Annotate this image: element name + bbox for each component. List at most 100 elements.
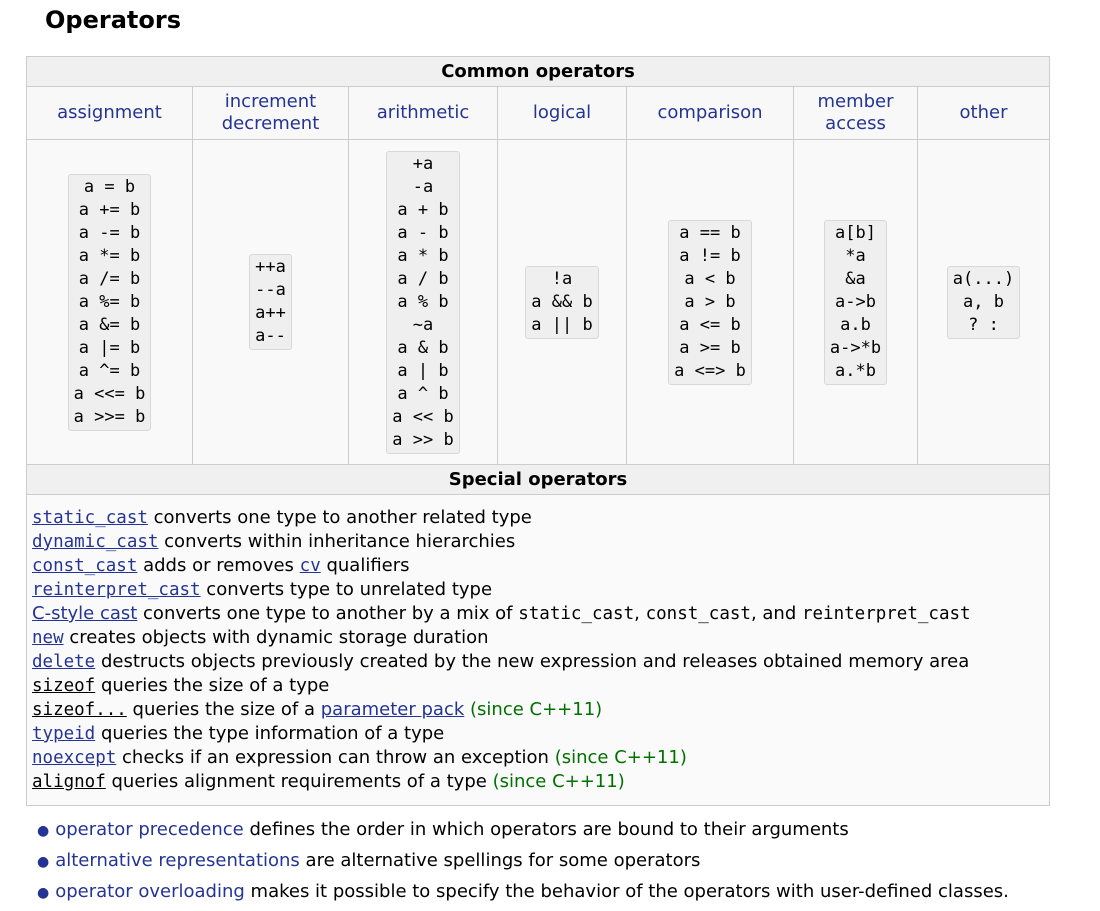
special-line: alignof queries alignment requirements o… [32, 771, 625, 792]
member-access-operators-box: a[b] *a &a a->b a.b a->*b a.*b [823, 219, 888, 385]
header-member-access-link[interactable]: member access [817, 91, 893, 134]
special-operators-list: static_cast converts one type to another… [25, 494, 1051, 806]
typeid-link[interactable]: typeid [32, 724, 95, 744]
special-line: dynamic_cast converts within inheritance… [32, 531, 516, 552]
bullet-icon: ● [37, 854, 50, 870]
operator-item: !a [551, 268, 573, 289]
operator-overloading-link[interactable]: operator overloading [55, 881, 245, 902]
special-line: typeid queries the type information of a… [32, 723, 445, 744]
operator-item: a++ [255, 303, 286, 323]
header-increment-decrement-link[interactable]: increment decrement [222, 91, 320, 134]
operator-item: a < b [684, 268, 736, 289]
operator-item: a > b [684, 291, 736, 312]
special-line: const_cast adds or removes cv qualifiers [32, 555, 410, 576]
operator-item: a[b] [835, 222, 876, 243]
sizeof-link[interactable]: sizeof [32, 676, 95, 696]
operator-item: a >> b [392, 429, 454, 450]
special-line: sizeof... queries the size of a paramete… [32, 699, 603, 720]
other-operators-box: a(...) a, b? : [946, 265, 1021, 339]
special-line: delete destructs objects previously crea… [32, 651, 970, 672]
header-assignment-link[interactable]: assignment [57, 102, 162, 123]
list-item: ● operator precedence defines the order i… [37, 819, 849, 840]
operator-item: a <= b [679, 314, 741, 335]
sizeof-pack-link[interactable]: sizeof... [32, 700, 127, 720]
operator-item: a >>= b [73, 406, 146, 427]
bullet-icon: ● [37, 885, 50, 901]
alignof-link[interactable]: alignof [32, 772, 106, 792]
dynamic-cast-link[interactable]: dynamic_cast [32, 532, 158, 552]
operator-item: a.*b [835, 360, 876, 381]
operator-item: a | b [397, 360, 449, 381]
header-arithmetic-link[interactable]: arithmetic [377, 102, 469, 123]
alternative-representations-link[interactable]: alternative representations [55, 850, 300, 871]
special-line: noexcept checks if an expression can thr… [32, 747, 687, 768]
header-comparison-link[interactable]: comparison [657, 102, 762, 123]
noexcept-link[interactable]: noexcept [32, 748, 116, 768]
logical-operators-box: !a a && ba || b [525, 265, 599, 339]
operator-item: *a [845, 245, 866, 266]
operator-item: a /= b [78, 268, 141, 289]
special-line: sizeof queries the size of a type [32, 675, 330, 696]
delete-link[interactable]: delete [32, 652, 95, 672]
operator-item: -a [412, 176, 434, 197]
special-line: new creates objects with dynamic storage… [32, 627, 489, 648]
operator-item: a *= b [78, 245, 141, 266]
new-link[interactable]: new [32, 628, 64, 648]
bullet-icon: ● [37, 823, 50, 839]
operator-item: a & b [397, 337, 449, 358]
common-operators-caption: Common operators [25, 56, 1051, 87]
static-cast-link[interactable]: static_cast [32, 508, 148, 528]
operator-item: a.b [840, 314, 871, 335]
c-style-cast-link[interactable]: C-style cast [32, 603, 137, 624]
operator-item: a = b [83, 176, 136, 197]
operator-item: a >= b [679, 337, 741, 358]
arithmetic-operators-box: +a -a a + ba - ba * ba / ba % b ~a a & ba | … [386, 150, 460, 454]
operator-item: a != b [679, 245, 741, 266]
parameter-pack-link[interactable]: parameter pack [321, 699, 465, 720]
operator-item: a %= b [78, 291, 141, 312]
operator-item: a / b [397, 268, 449, 289]
operator-item: &a [845, 268, 866, 289]
operator-item: a += b [78, 199, 141, 220]
notes-list: ● operator precedence defines the order i… [37, 815, 1009, 908]
operator-item: --a [255, 280, 286, 300]
operator-item: a &= b [78, 314, 141, 335]
operator-item: a ^= b [78, 360, 141, 381]
operator-item: a << b [392, 406, 454, 427]
operator-lists-row: a = ba += ba -= ba *= ba /= ba %= ba &= … [26, 139, 1051, 465]
operator-item: a(...) [952, 268, 1015, 289]
column-headers-row: assignment increment decrement arithmetic… [26, 86, 1051, 140]
operator-item: a <<= b [73, 383, 146, 404]
operator-precedence-link[interactable]: operator precedence [55, 819, 244, 840]
special-operators-caption: Special operators [25, 464, 1051, 495]
operator-item: a |= b [78, 337, 141, 358]
operator-item: ? : [968, 314, 999, 335]
operator-item: a-- [255, 326, 286, 346]
operator-item: ~a [412, 314, 434, 335]
special-line: static_cast converts one type to another… [32, 507, 532, 528]
special-line: C-style cast converts one type to anothe… [32, 603, 971, 624]
operator-item: a || b [531, 314, 593, 335]
operator-item: a - b [397, 222, 449, 243]
operator-item: ++a [255, 257, 286, 277]
operator-item: a + b [397, 199, 449, 220]
operator-item: a == b [679, 222, 741, 243]
header-other-link[interactable]: other [960, 102, 1008, 123]
const-cast-link[interactable]: const_cast [32, 556, 137, 576]
operator-item: a -= b [78, 222, 141, 243]
header-logical-link[interactable]: logical [533, 102, 591, 123]
list-item: ● operator overloading makes it possible … [37, 881, 1009, 902]
page-title: Operators [45, 6, 181, 34]
operators-table: Common operators assignment increment dec… [25, 56, 1051, 806]
operator-item: a->*b [829, 337, 882, 358]
comparison-operators-box: a == ba != ba < ba > ba <= ba >= ba <=> … [668, 219, 752, 385]
cv-link[interactable]: cv [300, 556, 321, 576]
reinterpret-cast-link[interactable]: reinterpret_cast [32, 580, 201, 600]
list-item: ● alternative representations are alterna… [37, 850, 701, 871]
operator-item: a && b [531, 291, 593, 312]
increment-decrement-operators-box: ++a --a a++ a-- [249, 254, 292, 350]
operator-item: a * b [397, 245, 449, 266]
assignment-operators-box: a = ba += ba -= ba *= ba /= ba %= ba &= … [67, 173, 152, 431]
operator-item: a <=> b [674, 360, 746, 381]
special-line: reinterpret_cast converts type to unrela… [32, 579, 493, 600]
